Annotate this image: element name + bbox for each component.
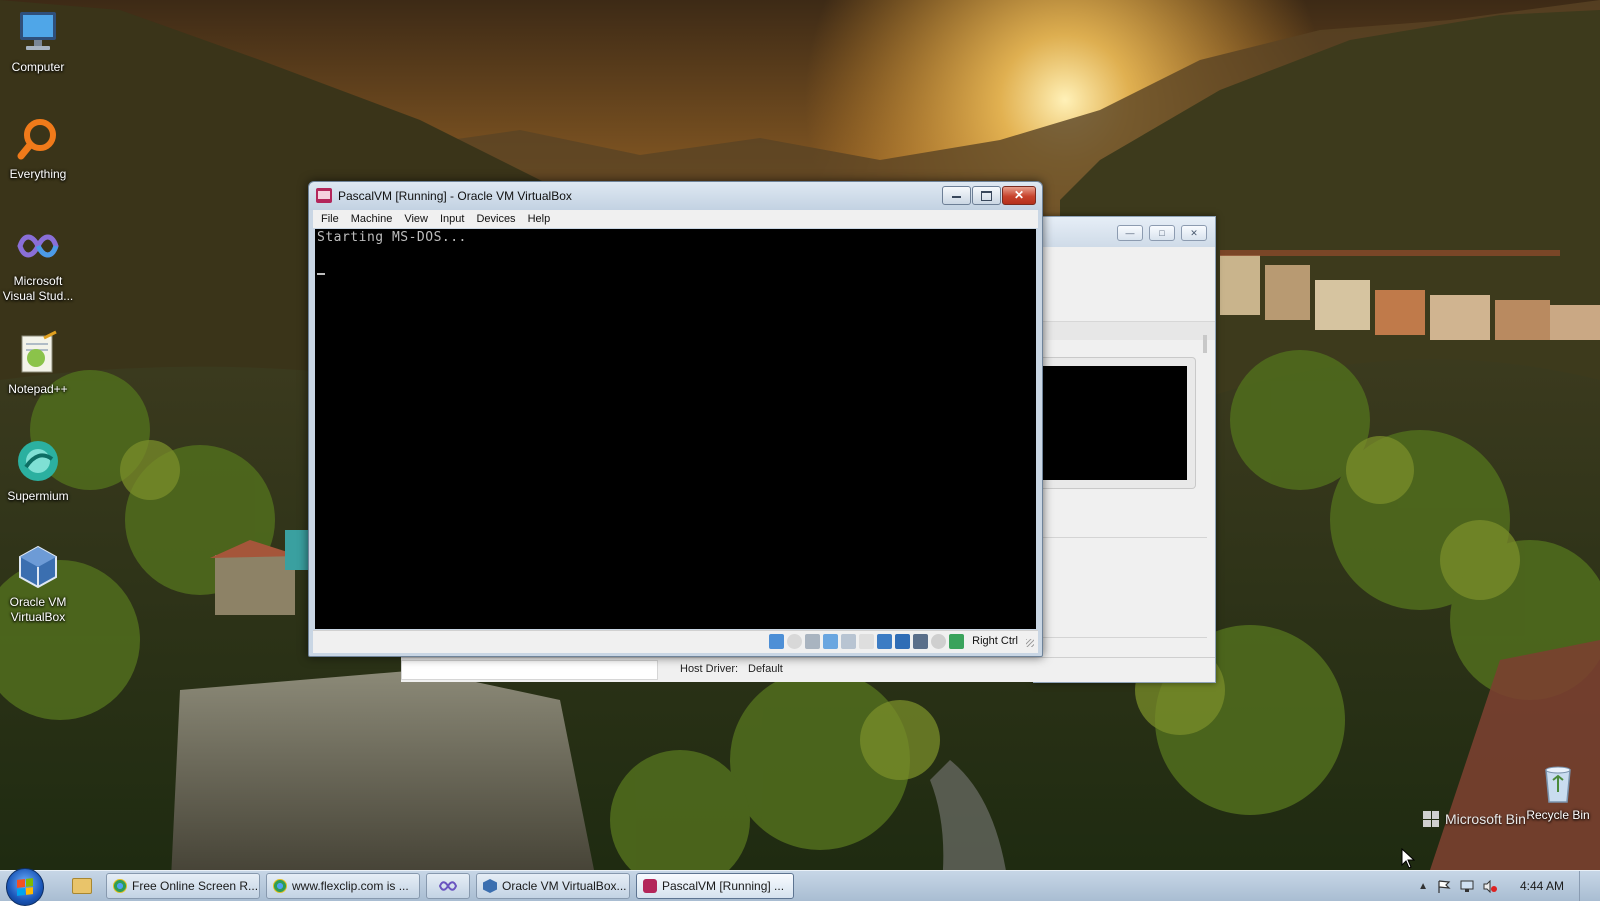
vm-preview-screen [1033,366,1187,480]
cpu-icon[interactable] [931,634,946,649]
maximize-icon [981,191,992,201]
start-button[interactable] [6,868,44,906]
menu-bar: File Machine View Input Devices Help [313,210,1038,228]
close-button[interactable]: ✕ [1181,225,1207,241]
mouse-integration-icon[interactable] [949,634,964,649]
details-field [401,660,658,680]
host-driver-label: Host Driver: [680,663,739,675]
mouse-pointer-icon [1401,848,1415,869]
dos-icon [316,188,332,203]
chrome-icon [113,879,127,893]
visual-studio-icon [439,881,457,891]
everything-search-icon [14,115,62,163]
maximize-button[interactable]: □ [1149,225,1175,241]
show-hidden-icons-icon[interactable]: ▲ [1418,881,1428,892]
minimize-icon [952,196,961,198]
console-text: Starting MS-DOS... [317,230,467,245]
watermark-text: Microsoft Bin [1445,811,1526,827]
usb-icon[interactable] [859,634,874,649]
desktop-icon-label: Microsoft Visual Stud... [2,274,74,303]
taskbar-button-label: Free Online Screen R... [132,879,259,893]
menu-machine[interactable]: Machine [345,210,399,228]
menu-file[interactable]: File [315,210,345,228]
chrome-icon [273,879,287,893]
title-bar[interactable]: PascalVM [Running] - Oracle VM VirtualBo… [309,182,1042,210]
vm-display[interactable]: Starting MS-DOS... [315,229,1036,629]
window-title: PascalVM [Running] - Oracle VM VirtualBo… [338,189,572,203]
section-divider [1033,537,1207,538]
taskbar-button-label: Oracle VM VirtualBox... [502,879,627,893]
desktop-icon-label: Computer [11,60,65,74]
menu-input[interactable]: Input [434,210,470,228]
desktop-icon-visual-studio[interactable]: Microsoft Visual Stud... [0,222,76,304]
network-tray-icon[interactable] [1460,880,1474,893]
watermark: Microsoft Bin [1423,811,1526,827]
system-tray: ▲ 4:44 AM [1418,871,1590,901]
desktop-icon-label: Supermium [7,489,69,503]
desktop-icon-notepadpp[interactable]: Notepad++ [0,330,76,397]
computer-icon [14,8,62,56]
taskbar-button-screen-recorder[interactable]: Free Online Screen R... [106,873,260,899]
menu-help[interactable]: Help [522,210,557,228]
resize-grip[interactable] [1026,639,1034,647]
virtualbox-icon [483,879,497,893]
taskbar-button-label: PascalVM [Running] ... [662,879,785,893]
minimize-button[interactable]: — [1117,225,1143,241]
network-icon[interactable] [841,634,856,649]
hard-disk-icon[interactable] [769,634,784,649]
vm-window[interactable]: PascalVM [Running] - Oracle VM VirtualBo… [308,181,1043,657]
taskbar-button-flexclip[interactable]: www.flexclip.com is ... [266,873,420,899]
taskbar-button-visual-studio[interactable] [426,873,470,899]
close-icon: ✕ [1013,188,1025,202]
visual-studio-icon [14,222,62,270]
desktop-icon-label: Everything [9,167,67,181]
menu-devices[interactable]: Devices [470,210,521,228]
clock[interactable]: 4:44 AM [1520,879,1564,893]
recycle-bin-icon [1540,764,1576,804]
maximize-button[interactable] [972,186,1001,205]
optical-drive-icon[interactable] [787,634,802,649]
desktop-icon-recycle-bin[interactable]: Recycle Bin [1520,764,1596,823]
close-button[interactable]: ✕ [1002,186,1036,205]
volume-muted-icon[interactable] [1483,879,1497,893]
taskbar: Free Online Screen R... www.flexclip.com… [0,868,1600,906]
section-divider [1033,637,1207,638]
audio-icon[interactable] [823,634,838,649]
desktop-icon-label: Oracle VM VirtualBox [9,595,67,624]
status-bar: Right Ctrl [313,630,1038,653]
dos-icon [643,879,657,893]
desktop-icon-supermium[interactable]: Supermium [0,437,76,504]
microsoft-logo-icon [1423,811,1439,827]
video-capture-icon[interactable] [913,634,928,649]
background-window[interactable]: — □ ✕ [1033,216,1216,683]
desktop-icon-virtualbox[interactable]: Oracle VM VirtualBox [0,543,76,625]
action-center-flag-icon[interactable] [1437,879,1451,893]
taskbar-button-label: www.flexclip.com is ... [292,879,409,893]
taskbar-button-pascalvm[interactable]: PascalVM [Running] ... [636,873,794,899]
vm-preview [1033,357,1196,489]
desktop-icon-label: Notepad++ [8,382,68,396]
supermium-browser-icon [14,437,62,485]
notepadpp-icon [14,330,62,378]
desktop-icon-computer[interactable]: Computer [0,8,76,75]
windows-logo-icon [17,878,33,896]
shared-folders-icon[interactable] [877,634,892,649]
desktop-icon-everything[interactable]: Everything [0,115,76,182]
taskbar-button-virtualbox-manager[interactable]: Oracle VM VirtualBox... [476,873,630,899]
host-driver-value: Default [748,663,783,675]
file-explorer-icon[interactable] [72,878,92,894]
show-desktop-button[interactable] [1579,871,1590,901]
host-driver-row: Host Driver: Default [401,657,1215,682]
display-icon[interactable] [895,634,910,649]
text-cursor [317,273,325,275]
host-key-label: Right Ctrl [972,635,1018,647]
virtualbox-icon [14,543,62,591]
scrollbar-thumb[interactable] [1203,335,1207,353]
minimize-button[interactable] [942,186,971,205]
floppy-icon[interactable] [805,634,820,649]
section-divider [1033,321,1215,340]
menu-view[interactable]: View [398,210,434,228]
desktop-icon-label: Recycle Bin [1526,808,1590,822]
